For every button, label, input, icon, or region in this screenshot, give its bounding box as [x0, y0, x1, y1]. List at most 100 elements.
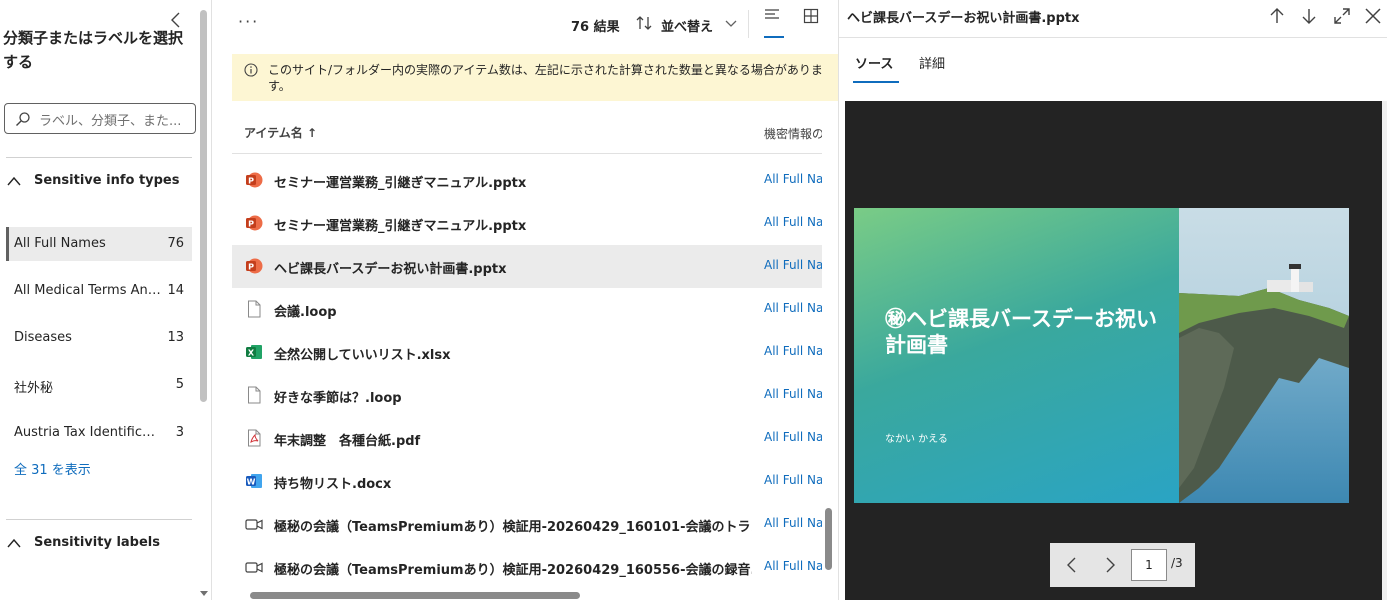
table-row[interactable]: 年末調整 各種台紙.pdf All Full Nar — [232, 417, 822, 460]
filter-item-count: 76 — [167, 236, 184, 251]
file-name[interactable]: セミナー運営業務_引継ぎマニュアル.pptx — [274, 172, 752, 191]
preview-pane: ヘビ課長バースデーお祝い計画書.pptx ソース 詳細 ㊙ヘビ課長バースデーお祝… — [838, 0, 1387, 600]
filter-item[interactable]: 社外秘 5 — [6, 368, 192, 402]
filter-item-label: All Medical Terms And... — [14, 283, 162, 298]
list-horizontal-scrollbar[interactable] — [250, 592, 580, 599]
table-row[interactable]: 極秘の会議（TeamsPremiumあり）検証用-20260429_160101… — [232, 503, 822, 546]
svg-text:P: P — [248, 262, 254, 271]
filter-item[interactable]: Austria Tax Identificatio... 3 — [6, 416, 192, 450]
divider — [6, 519, 192, 520]
file-name[interactable]: 極秘の会議（TeamsPremiumあり）検証用-20260429_160556… — [274, 559, 752, 578]
section-sensitive-info-types[interactable]: Sensitive info types — [6, 170, 192, 194]
divider — [839, 37, 1387, 38]
column-header-row: アイテム名 ↑ 機密情報の — [232, 110, 822, 154]
filter-item[interactable]: All Medical Terms And... 14 — [6, 274, 192, 308]
section-sensitivity-labels[interactable]: Sensitivity labels — [6, 532, 192, 556]
powerpoint-icon: P — [246, 172, 263, 188]
list-view-button[interactable] — [764, 8, 784, 38]
close-icon[interactable] — [1363, 6, 1383, 26]
file-name[interactable]: 全然公開していいリスト.xlsx — [274, 344, 752, 363]
file-name[interactable]: 好きな季節は？.loop — [274, 387, 752, 406]
file-name[interactable]: 持ち物リスト.docx — [274, 473, 752, 492]
sensitive-info-type[interactable]: All Full Nar — [764, 559, 822, 573]
divider — [6, 157, 192, 158]
grid-view-icon[interactable] — [803, 8, 819, 24]
table-row[interactable]: X 全然公開していいリスト.xlsx All Full Nar — [232, 331, 822, 374]
filter-item-count: 14 — [167, 283, 184, 298]
sensitive-info-type[interactable]: All Full Nar — [764, 516, 822, 530]
list-view-icon — [765, 9, 779, 19]
lighthouse-cliff-image — [1179, 208, 1349, 503]
chevron-up-icon — [7, 176, 21, 186]
file-name[interactable]: 極秘の会議（TeamsPremiumあり）検証用-20260429_160101… — [274, 516, 752, 535]
tab-source[interactable]: ソース — [855, 53, 893, 72]
active-tab-indicator — [853, 81, 899, 83]
column-header-label[interactable]: 機密情報の — [764, 125, 822, 142]
word-icon: W — [246, 474, 262, 488]
results-count: 76 結果 — [571, 20, 620, 35]
scroll-down-icon[interactable] — [199, 588, 209, 598]
chevron-right-icon[interactable] — [1100, 555, 1120, 575]
banner-text: このサイト/フォルダー内の実際のアイテム数は、左記に示された計算された数量と異な… — [268, 63, 823, 93]
more-options-button[interactable]: ··· — [238, 12, 259, 31]
arrow-down-icon[interactable] — [1299, 6, 1319, 26]
sensitive-info-type[interactable]: All Full Nar — [764, 301, 822, 315]
filter-item-label: 社外秘 — [14, 381, 54, 396]
video-icon — [245, 562, 263, 573]
tab-details[interactable]: 詳細 — [919, 53, 945, 72]
preview-scrollbar[interactable] — [1382, 101, 1387, 600]
sensitive-info-type[interactable]: All Full Nar — [764, 344, 822, 358]
sensitive-info-type[interactable]: All Full Nar — [764, 430, 822, 444]
list-vertical-scrollbar[interactable] — [825, 508, 832, 570]
filter-item-count: 3 — [175, 425, 184, 440]
table-row[interactable]: W 持ち物リスト.docx All Full Nar — [232, 460, 822, 503]
sensitive-info-type[interactable]: All Full Nar — [764, 215, 822, 229]
sort-button[interactable]: 並べ替え — [635, 10, 739, 38]
svg-text:P: P — [248, 219, 254, 228]
section-label: Sensitive info types — [34, 173, 180, 188]
document-viewer: ㊙ヘビ課長バースデーお祝い計画書 なかい かえる 1 /3 — [845, 101, 1387, 600]
info-banner: このサイト/フォルダー内の実際のアイテム数は、左記に示された計算された数量と異な… — [232, 54, 838, 101]
filter-item[interactable]: All Full Names 76 — [6, 227, 192, 261]
table-row[interactable]: P セミナー運営業務_引継ぎマニュアル.pptx All Full Nar — [232, 202, 822, 245]
sensitive-info-type[interactable]: All Full Nar — [764, 172, 822, 186]
filter-pane: 分類子またはラベルを選択する ラベル、分類子、また... Sensitive i… — [0, 0, 212, 600]
filter-item-label: All Full Names — [14, 236, 106, 251]
filter-item-label: Austria Tax Identificatio... — [14, 425, 162, 440]
table-row[interactable]: 好きな季節は？.loop All Full Nar — [232, 374, 822, 417]
arrow-up-icon[interactable] — [1267, 6, 1287, 26]
filter-title: 分類子またはラベルを選択する — [3, 29, 184, 71]
table-row[interactable]: P セミナー運営業務_引継ぎマニュアル.pptx All Full Nar — [232, 159, 822, 202]
slide-title: ㊙ヘビ課長バースデーお祝い計画書 — [885, 307, 1157, 357]
sort-label: 並べ替え — [661, 20, 714, 35]
file-name[interactable]: 会議.loop — [274, 301, 752, 320]
show-all-link[interactable]: 全 31 を表示 — [14, 459, 91, 478]
column-header-name[interactable]: アイテム名 ↑ — [244, 124, 317, 141]
divider — [748, 10, 749, 38]
expand-icon[interactable] — [1332, 6, 1352, 26]
excel-icon: X — [246, 345, 262, 359]
filter-item-label: Diseases — [14, 330, 72, 345]
item-list-pane: ··· 76 結果 並べ替え このサイト/フォルダー内の実際のアイテム数は、左記… — [212, 0, 838, 600]
powerpoint-icon: P — [246, 215, 263, 231]
filter-scrollbar[interactable] — [200, 10, 207, 402]
sensitive-info-type[interactable]: All Full Nar — [764, 473, 822, 487]
file-name[interactable]: セミナー運営業務_引継ぎマニュアル.pptx — [274, 215, 752, 234]
sensitive-info-type[interactable]: All Full Nar — [764, 387, 822, 401]
filter-item[interactable]: Diseases 13 — [6, 321, 192, 355]
pdf-icon — [248, 429, 261, 447]
page-number-input[interactable]: 1 — [1131, 549, 1167, 581]
table-row[interactable]: 極秘の会議（TeamsPremiumあり）検証用-20260429_160556… — [232, 546, 822, 589]
chevron-left-icon[interactable] — [1062, 555, 1082, 575]
filter-search-input[interactable]: ラベル、分類子、また... — [4, 103, 196, 134]
file-name[interactable]: 年末調整 各種台紙.pdf — [274, 430, 752, 449]
sensitive-info-type[interactable]: All Full Nar — [764, 258, 822, 272]
sort-icon — [636, 16, 652, 30]
table-row[interactable]: 会議.loop All Full Nar — [232, 288, 822, 331]
preview-title: ヘビ課長バースデーお祝い計画書.pptx — [847, 11, 1080, 26]
search-placeholder: ラベル、分類子、また... — [39, 114, 182, 129]
table-row-selected[interactable]: P ヘビ課長バースデーお祝い計画書.pptx All Full Nar — [232, 245, 822, 288]
file-icon — [248, 300, 261, 318]
filter-item-count: 13 — [167, 330, 184, 345]
file-name[interactable]: ヘビ課長バースデーお祝い計画書.pptx — [274, 258, 752, 277]
